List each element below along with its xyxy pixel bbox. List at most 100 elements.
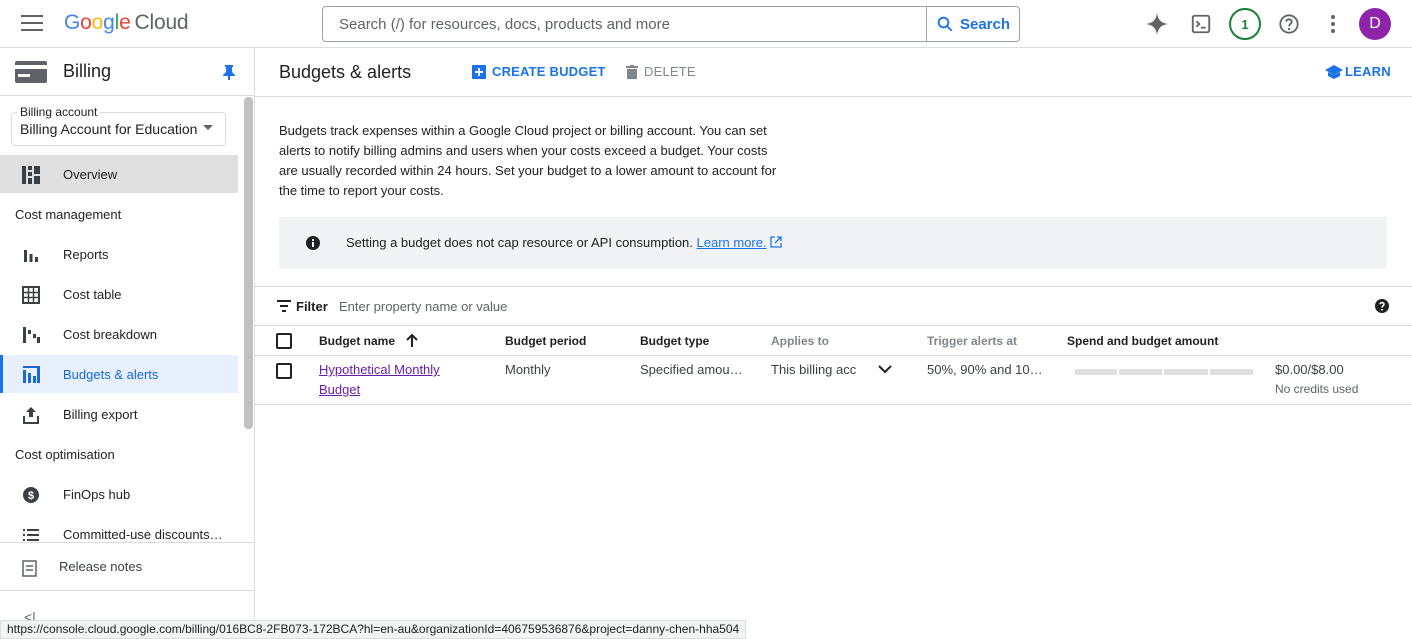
spend-progress-bar bbox=[1075, 369, 1255, 375]
divider bbox=[0, 590, 254, 591]
dropdown-caret-icon bbox=[203, 125, 213, 130]
add-box-icon bbox=[472, 64, 486, 79]
progress-segment bbox=[1211, 369, 1255, 375]
logo-letter: o bbox=[91, 11, 104, 34]
page-header: Budgets & alerts CREATE BUDGET DELETE LE… bbox=[255, 48, 1412, 97]
section-cost-optimisation: Cost optimisation bbox=[15, 447, 115, 462]
create-budget-button[interactable]: CREATE BUDGET bbox=[472, 64, 606, 79]
trash-icon bbox=[626, 64, 638, 79]
release-notes-link[interactable]: Release notes bbox=[0, 548, 254, 586]
sidebar-item-cost-table[interactable]: Cost table bbox=[0, 275, 238, 313]
learn-button[interactable]: LEARN bbox=[1325, 64, 1391, 79]
search-input[interactable] bbox=[323, 7, 926, 41]
menu-icon[interactable] bbox=[21, 15, 43, 33]
sidebar-item-label: Budgets & alerts bbox=[63, 366, 159, 382]
column-header-budget-type[interactable]: Budget type bbox=[640, 334, 709, 348]
delete-button[interactable]: DELETE bbox=[626, 64, 696, 79]
column-header-spend-budget: Spend and budget amount bbox=[1067, 334, 1219, 348]
column-header-label: Budget name bbox=[319, 334, 396, 348]
progress-segment bbox=[1075, 369, 1119, 375]
info-message: Setting a budget does not cap resource o… bbox=[346, 235, 693, 250]
help-icon[interactable] bbox=[1277, 12, 1301, 36]
sidebar-item-label: Overview bbox=[63, 166, 118, 182]
export-icon bbox=[23, 407, 39, 424]
google-cloud-logo[interactable]: Google Cloud bbox=[64, 11, 189, 35]
dashboard-icon bbox=[22, 166, 40, 184]
external-link-icon bbox=[769, 236, 782, 248]
divider bbox=[0, 542, 254, 543]
sidebar: Billing Billing account Billing Account … bbox=[0, 48, 255, 639]
info-banner: Setting a budget does not cap resource o… bbox=[279, 217, 1387, 269]
budget-name-link[interactable]: Hypothetical Monthly Budget bbox=[319, 360, 459, 400]
billing-card-icon bbox=[15, 61, 47, 83]
sidebar-title: Billing bbox=[63, 61, 112, 81]
logo-letter: g bbox=[103, 11, 115, 34]
learn-more-link[interactable]: Learn more. bbox=[697, 235, 767, 250]
svg-text:$: $ bbox=[28, 490, 34, 502]
filter-label: Filter bbox=[296, 299, 328, 314]
sidebar-item-finops-hub[interactable]: $ FinOps hub bbox=[0, 475, 238, 513]
billing-account-value: Billing Account for Education bbox=[20, 121, 198, 137]
notification-badge[interactable]: 1 bbox=[1229, 8, 1261, 40]
column-header-applies-to: Applies to bbox=[771, 334, 830, 348]
terminal-icon[interactable] bbox=[1189, 12, 1213, 36]
pin-icon[interactable] bbox=[222, 64, 236, 80]
sidebar-item-label: Cost breakdown bbox=[63, 326, 157, 342]
avatar[interactable]: D bbox=[1359, 8, 1391, 40]
create-budget-label: CREATE BUDGET bbox=[492, 64, 606, 79]
help-icon[interactable] bbox=[1375, 299, 1389, 313]
notes-icon bbox=[22, 560, 37, 577]
more-vert-icon[interactable] bbox=[1321, 12, 1345, 36]
info-icon bbox=[306, 236, 320, 250]
main-content: Budgets & alerts CREATE BUDGET DELETE LE… bbox=[255, 48, 1412, 639]
table-row: Hypothetical Monthly Budget Monthly Spec… bbox=[255, 356, 1412, 405]
sidebar-header: Billing bbox=[0, 48, 254, 96]
column-header-budget-name[interactable]: Budget name bbox=[319, 333, 419, 348]
search-icon bbox=[937, 16, 953, 32]
learn-label: LEARN bbox=[1345, 64, 1391, 79]
section-cost-management: Cost management bbox=[15, 207, 122, 222]
sidebar-item-label: Billing export bbox=[63, 406, 138, 422]
search-button-label: Search bbox=[959, 15, 1011, 33]
sidebar-item-label: Cost table bbox=[63, 286, 122, 302]
sidebar-item-billing-export[interactable]: Billing export bbox=[0, 395, 238, 433]
gemini-spark-icon[interactable] bbox=[1145, 12, 1169, 36]
arrow-up-icon bbox=[406, 333, 419, 347]
progress-segment bbox=[1120, 369, 1164, 375]
school-icon bbox=[1325, 64, 1343, 79]
budget-icon bbox=[23, 366, 40, 383]
progress-segment bbox=[1166, 369, 1210, 375]
credits-note: No credits used bbox=[1275, 382, 1359, 396]
logo-letter: o bbox=[80, 11, 92, 34]
filter-icon bbox=[277, 300, 291, 312]
bar-chart-icon bbox=[24, 250, 38, 262]
sidebar-item-budgets-alerts[interactable]: Budgets & alerts bbox=[0, 355, 238, 393]
top-bar: GoogleCloud Search 1 D bbox=[0, 0, 1412, 48]
sidebar-item-label: Committed-use discounts… bbox=[63, 526, 223, 542]
logo-letter: G bbox=[64, 11, 81, 34]
column-header-budget-period[interactable]: Budget period bbox=[505, 334, 586, 348]
status-bar-url: https://console.cloud.google.com/billing… bbox=[0, 620, 747, 639]
row-checkbox[interactable] bbox=[276, 363, 292, 379]
sidebar-item-cost-breakdown[interactable]: Cost breakdown bbox=[0, 315, 238, 353]
chevron-down-icon[interactable] bbox=[877, 363, 893, 375]
budget-type-cell: Specified amou… bbox=[640, 362, 743, 377]
sidebar-item-overview[interactable]: Overview bbox=[0, 155, 238, 193]
sidebar-item-reports[interactable]: Reports bbox=[0, 235, 238, 273]
select-all-checkbox[interactable] bbox=[276, 333, 292, 349]
billing-account-label: Billing account bbox=[17, 105, 101, 119]
search-bar: Search bbox=[322, 6, 1020, 42]
applies-to-cell: This billing acc bbox=[771, 362, 857, 377]
spend-amount: $0.00/$8.00 bbox=[1275, 362, 1344, 377]
filter-input[interactable] bbox=[339, 295, 939, 317]
budget-period-cell: Monthly bbox=[505, 362, 551, 377]
sidebar-item-label: Reports bbox=[63, 246, 109, 262]
page-title: Budgets & alerts bbox=[279, 62, 412, 82]
trigger-alerts-cell: 50%, 90% and 10… bbox=[927, 362, 1043, 377]
sidebar-scrollbar[interactable] bbox=[244, 97, 253, 429]
search-button[interactable]: Search bbox=[926, 7, 1019, 41]
info-text: Setting a budget does not cap resource o… bbox=[346, 235, 782, 250]
sidebar-item-label: FinOps hub bbox=[63, 486, 131, 502]
logo-product: Cloud bbox=[134, 11, 189, 34]
waterfall-icon bbox=[23, 327, 40, 343]
